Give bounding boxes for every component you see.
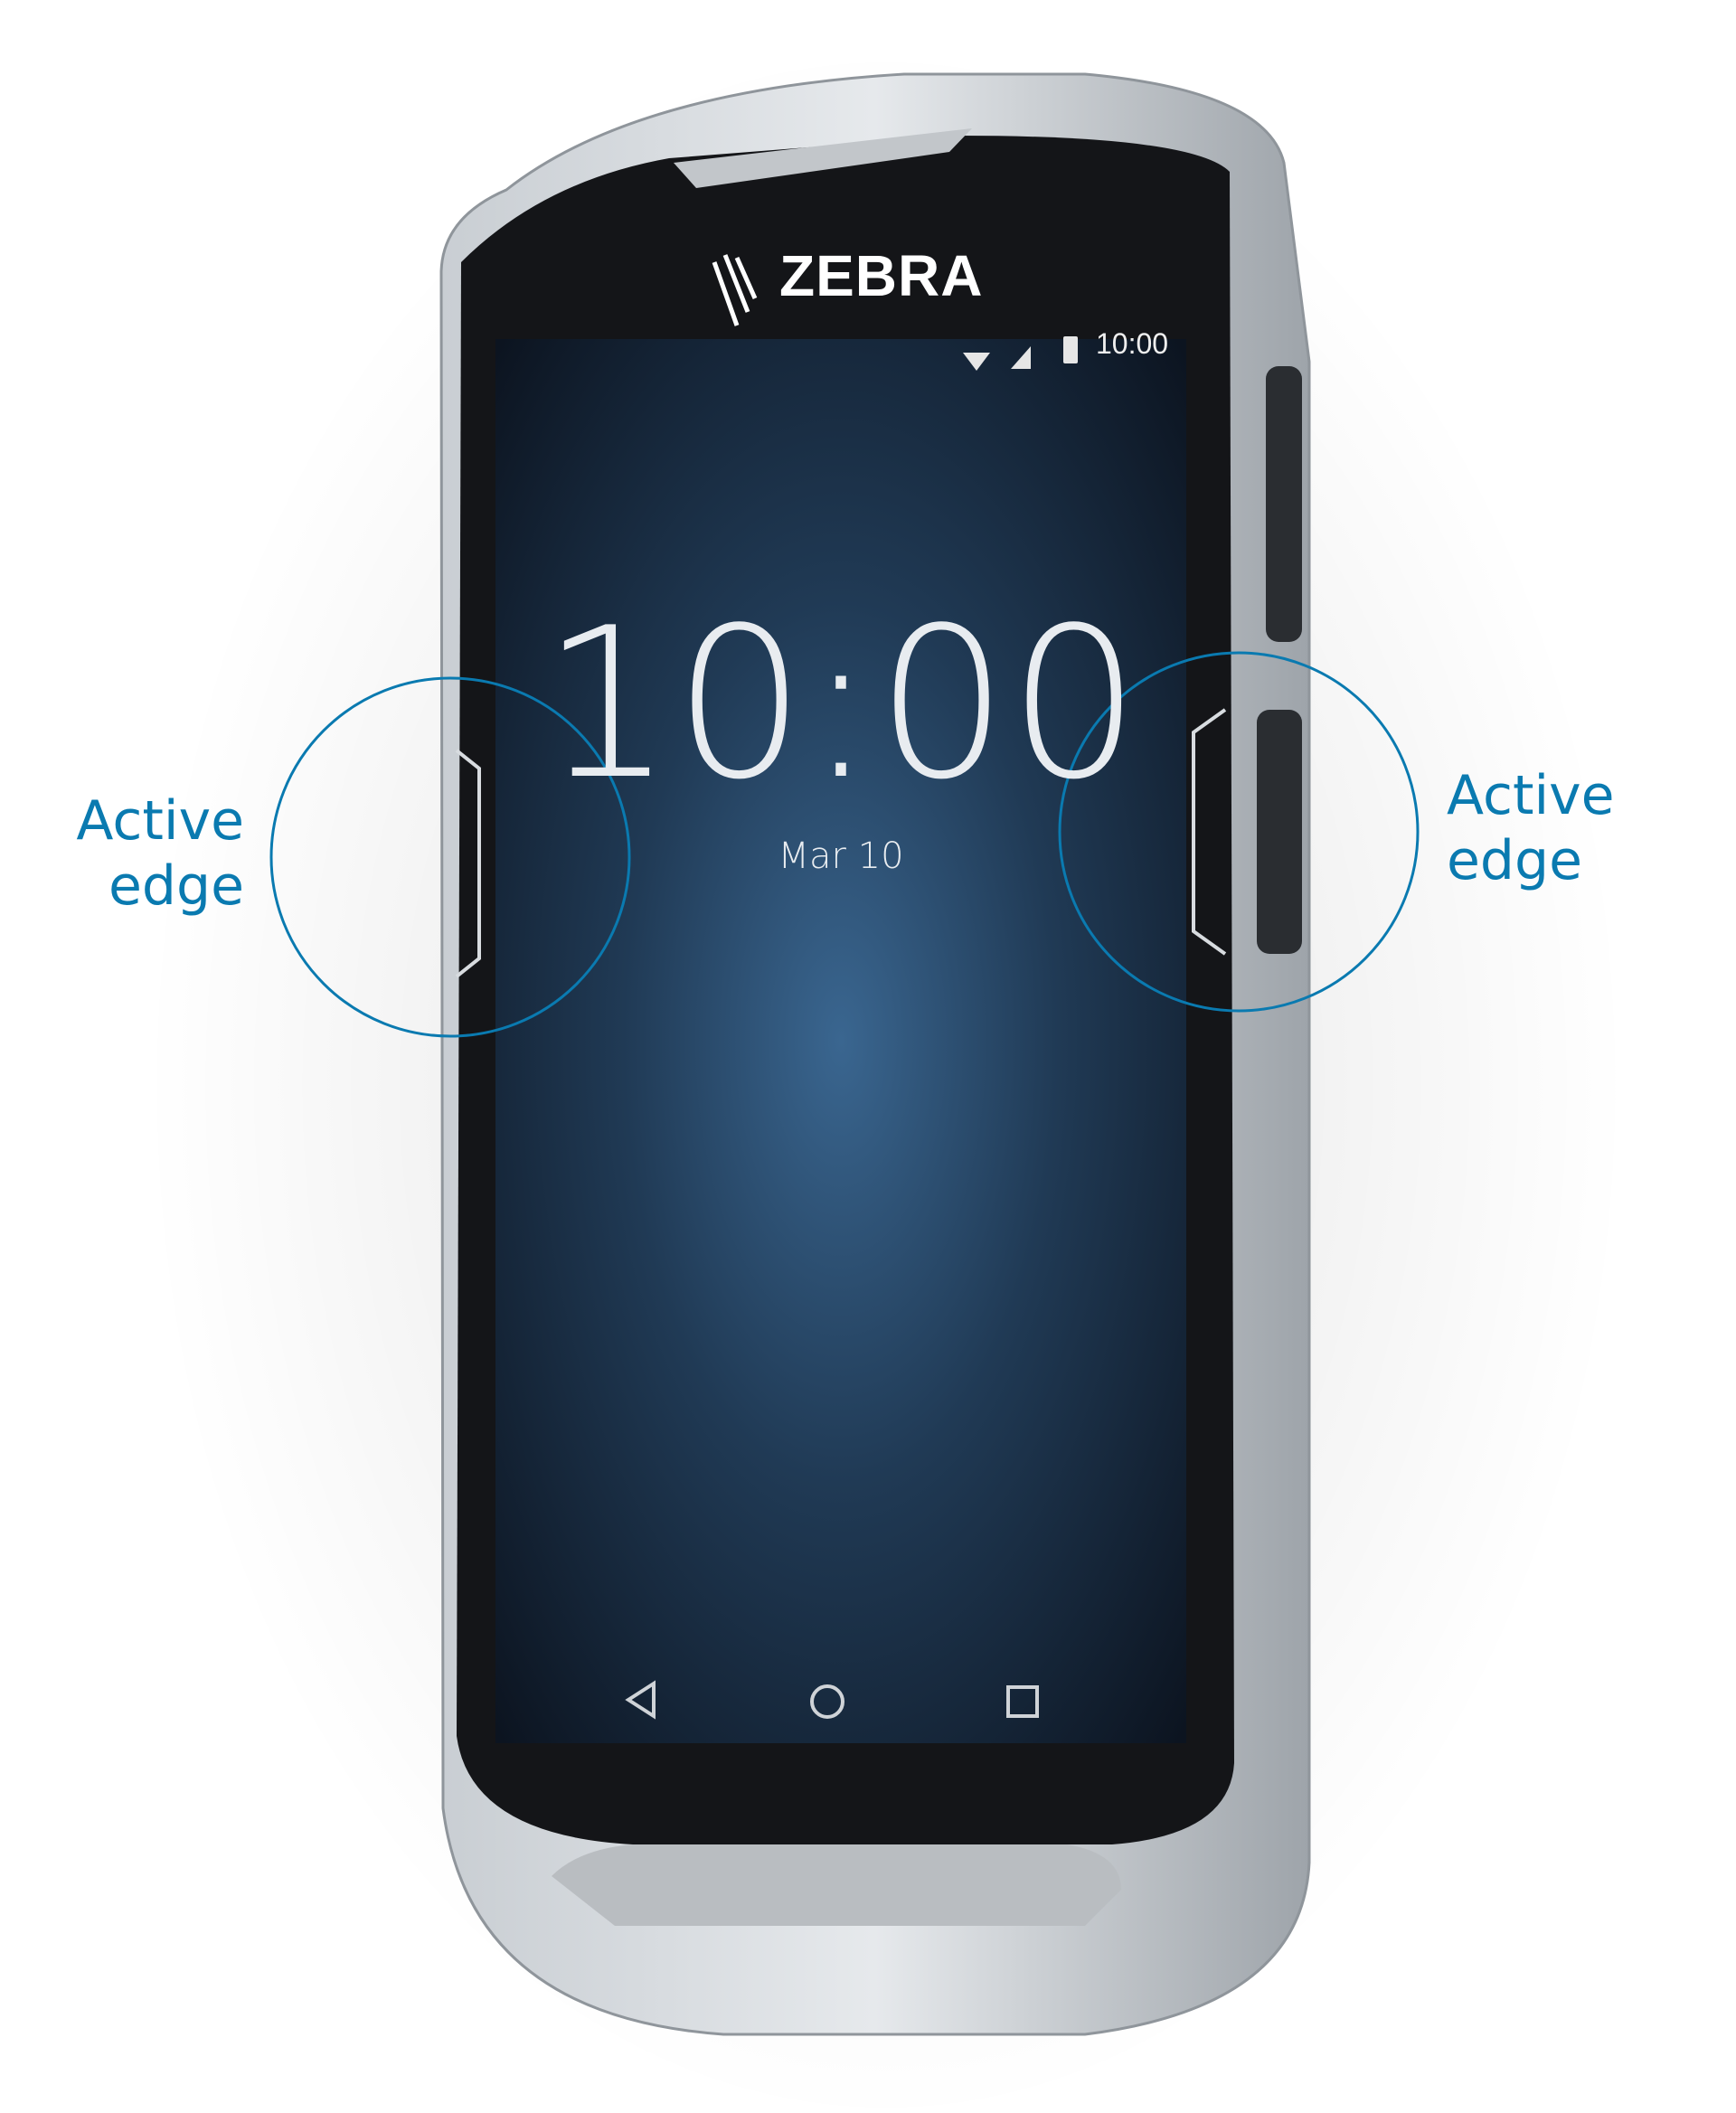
left-callout-label: Active edge	[0, 788, 244, 919]
brand-logo-text: ZEBRA	[779, 243, 984, 308]
right-callout-line1: Active	[1447, 764, 1615, 827]
scan-button	[1257, 710, 1302, 954]
right-callout-label: Active edge	[1447, 763, 1718, 893]
lock-screen-time: 10:00	[541, 584, 1141, 825]
screen	[495, 339, 1186, 1743]
left-callout-line2: edge	[108, 854, 244, 918]
volume-button	[1266, 366, 1302, 642]
bottom-speaker	[552, 1844, 1121, 1926]
status-bar-time: 10:00	[1096, 327, 1169, 360]
lock-screen-date: Mar 10	[778, 835, 904, 877]
left-callout-line1: Active	[76, 789, 244, 853]
right-callout-line2: edge	[1447, 829, 1582, 892]
battery-icon	[1063, 336, 1078, 363]
device-illustration	[145, 45, 1628, 2113]
